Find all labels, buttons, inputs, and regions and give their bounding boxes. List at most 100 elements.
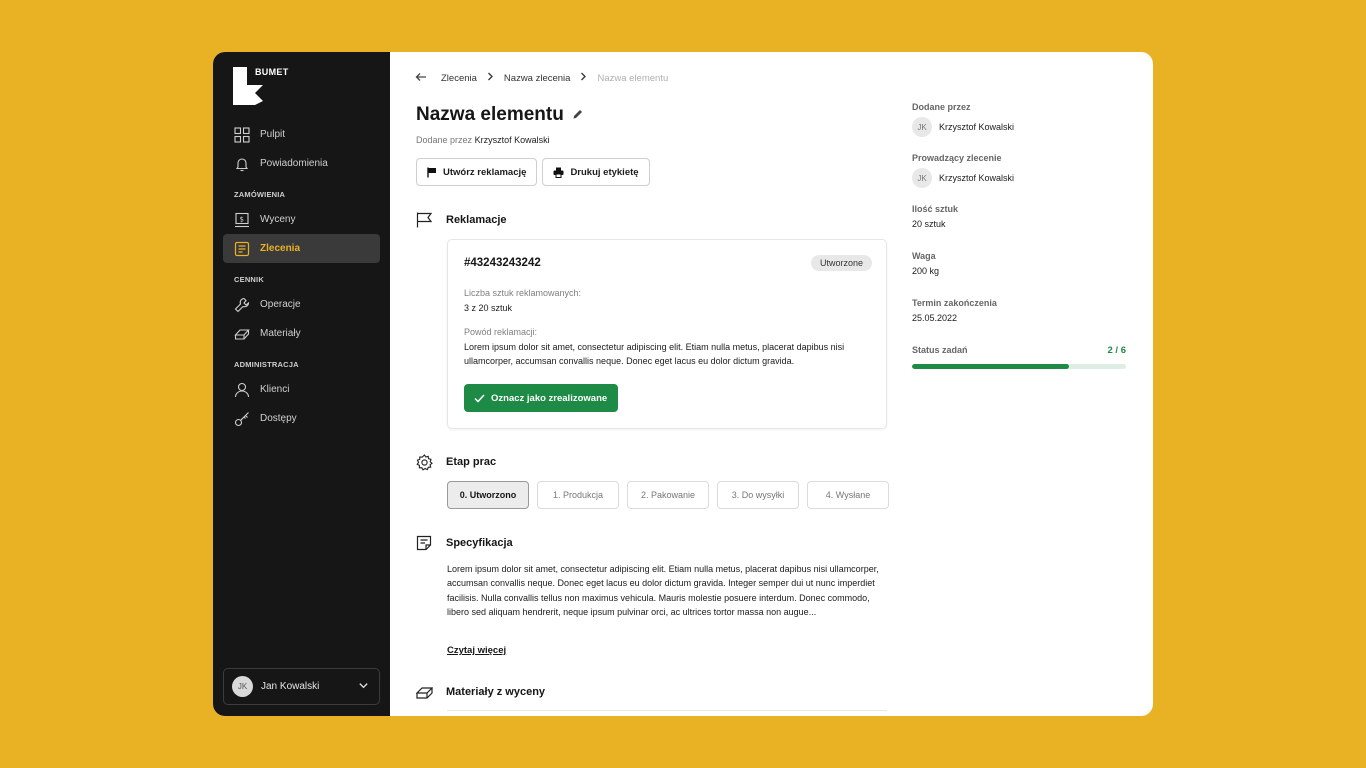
sidebar-item-operacje[interactable]: Operacje [223,290,380,319]
sidebar-section-title: ADMINISTRACJA [234,360,299,369]
app-window: BUMET Pulpit Powiadomienia ZAMÓWIENIA $ … [213,52,1153,716]
materials-header: Materiały z wyceny [415,683,545,701]
stage-button-produkcja[interactable]: 1. Produkcja [537,481,619,509]
materials-title: Materiały z wyceny [446,686,546,698]
complaint-id: #43243243242 [464,257,541,269]
divider [447,710,887,711]
detail-label: Status zadań [912,345,968,355]
detail-value: 200 kg [912,266,940,276]
mark-resolved-button[interactable]: Oznacz jako zrealizowane [464,384,619,412]
stage-button-do-wysylki[interactable]: 3. Do wysyłki [717,481,799,509]
sidebar-item-klienci[interactable]: Klienci [223,375,380,404]
chevron-down-icon [358,678,369,696]
sidebar-item-zlecenia[interactable]: Zlecenia [223,234,380,263]
stage-button-wyslane[interactable]: 4. Wysłane [807,481,889,509]
spec-title: Specyfikacja [446,537,513,549]
sidebar-item-wyceny[interactable]: $ Wyceny [223,205,380,234]
flag-outline-icon [415,211,433,229]
chevron-right-icon [487,72,494,84]
sidebar-item-pulpit[interactable]: Pulpit [223,120,380,149]
page-title: Nazwa elementu [416,104,564,125]
detail-label: Waga [912,251,936,261]
sidebar-item-label: Klienci [260,384,290,395]
check-icon [474,393,485,403]
sidebar: BUMET Pulpit Powiadomienia ZAMÓWIENIA $ … [213,52,390,716]
quote-icon: $ [233,211,250,228]
sidebar-item-label: Wyceny [260,214,296,225]
mark-resolved-label: Oznacz jako zrealizowane [491,392,608,404]
read-more-link[interactable]: Czytaj więcej [447,645,506,656]
detail-label: Termin zakończenia [912,298,997,308]
detail-user-name: Krzysztof Kowalski [939,173,1015,183]
user-menu[interactable]: JK Jan Kowalski [223,668,380,705]
detail-task-status: Status zadań 2 / 6 [912,345,1126,369]
detail-deadline: Termin zakończenia 25.05.2022 [912,298,1126,323]
spec-text: Lorem ipsum dolor sit amet, consectetur … [447,564,879,618]
complaint-reason-label: Powód reklamacji: [464,327,538,337]
detail-quantity: Ilość sztuk 20 sztuk [912,204,1126,229]
stage-title: Etap prac [446,456,497,468]
complaint-count-value: 3 z 20 sztuk [464,303,513,313]
create-complaint-button[interactable]: Utwórz reklamację [416,158,538,186]
materials-icon [233,325,250,342]
pencil-icon[interactable] [572,104,584,126]
detail-label: Ilość sztuk [912,204,959,214]
detail-weight: Waga 200 kg [912,251,1126,276]
detail-added-by: Dodane przez JK Krzysztof Kowalski [912,102,1126,137]
main-content: Zlecenia Nazwa zlecenia Nazwa elementu N… [390,52,1153,716]
materials-icon [415,683,433,701]
bell-icon [233,155,250,172]
complaints-header: Reklamacje [415,211,507,229]
sidebar-item-materialy[interactable]: Materiały [223,319,380,348]
breadcrumb-item-zlecenia[interactable]: Zlecenia [441,73,477,84]
sidebar-item-powiadomienia[interactable]: Powiadomienia [223,149,380,178]
breadcrumb-item-nazwa-zlecenia[interactable]: Nazwa zlecenia [504,73,571,84]
stage-button-utworzono[interactable]: 0. Utworzono [447,481,529,509]
action-buttons: Utwórz reklamację Drukuj etykietę [416,158,650,186]
gear-icon [415,453,433,471]
wrench-icon [233,296,250,313]
avatar: JK [232,676,253,697]
stage-button-pakowanie[interactable]: 2. Pakowanie [627,481,709,509]
complaint-count-label: Liczba sztuk reklamowanych: [464,288,582,298]
user-name: Jan Kowalski [261,681,320,692]
sidebar-section-title: ZAMÓWIENIA [234,190,286,199]
printer-icon [553,167,564,178]
detail-value: 20 sztuk [912,219,946,229]
complaint-card: #43243243242 Utworzone Liczba sztuk rekl… [447,239,887,429]
key-icon [233,410,250,427]
detail-lead: Prowadzący zlecenie JK Krzysztof Kowalsk… [912,153,1126,188]
status-row: Status zadań 2 / 6 [912,345,1126,356]
progress-fill [912,364,1069,369]
detail-user-name: Krzysztof Kowalski [939,122,1015,132]
status-count: 2 / 6 [1107,345,1127,356]
brand-name: BUMET [255,67,289,77]
status-badge: Utworzone [810,255,872,271]
sidebar-nav: Pulpit Powiadomienia ZAMÓWIENIA $ Wyceny [223,120,380,433]
detail-label: Dodane przez [912,102,971,112]
stage-header: Etap prac [415,453,496,471]
detail-value: JK Krzysztof Kowalski [912,117,1126,137]
print-label-button[interactable]: Drukuj etykietę [542,158,650,186]
sidebar-item-label: Zlecenia [260,243,301,254]
svg-text:$: $ [239,215,243,223]
avatar: JK [912,168,932,188]
added-by-name: Krzysztof Kowalski [474,135,550,145]
detail-label: Prowadzący zlecenie [912,153,1002,163]
sidebar-item-label: Powiadomienia [260,158,328,169]
breadcrumb-item-current: Nazwa elementu [597,72,669,84]
sidebar-item-label: Pulpit [260,129,286,140]
back-arrow-icon[interactable] [415,71,427,85]
sidebar-section-title: CENNIK [234,275,264,284]
avatar: JK [912,117,932,137]
breadcrumb: Zlecenia Nazwa zlecenia Nazwa elementu [415,71,678,85]
page-title-row: Nazwa elementu [416,104,584,126]
added-by-prefix: Dodane przez [416,135,473,145]
complaints-title: Reklamacje [446,214,507,226]
detail-value: 25.05.2022 [912,313,958,323]
user-icon [233,381,250,398]
grid-icon [233,126,250,143]
chevron-right-icon [580,72,587,84]
progress-bar [912,364,1126,369]
sidebar-item-dostepy[interactable]: Dostępy [223,404,380,433]
